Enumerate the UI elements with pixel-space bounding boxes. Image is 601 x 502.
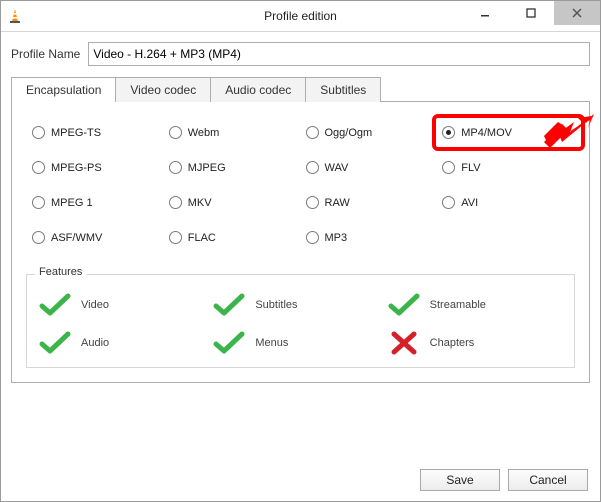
check-icon [213, 331, 245, 355]
radio-ogg-ogm[interactable]: Ogg/Ogm [306, 126, 433, 139]
features-groupbox: Features VideoSubtitlesStreamableAudioMe… [26, 274, 575, 368]
radio-circle-icon [169, 196, 182, 209]
radio-webm[interactable]: Webm [169, 126, 296, 139]
radio-label: MP3 [325, 232, 348, 244]
check-icon [213, 293, 245, 317]
feature-audio: Audio [39, 331, 213, 355]
radio-circle-icon [169, 161, 182, 174]
save-button[interactable]: Save [420, 469, 500, 491]
radio-avi[interactable]: AVI [442, 196, 569, 209]
vlc-cone-icon [7, 8, 23, 24]
radio-label: MPEG-TS [51, 127, 101, 139]
features-grid: Video Subtitles Streamable Audio Menus Chapte… [39, 287, 562, 355]
radio-mpeg-ts[interactable]: MPEG-TS [32, 126, 159, 139]
feature-label: Chapters [430, 337, 475, 349]
titlebar: Profile edition [1, 1, 600, 32]
radio-circle-icon [306, 196, 319, 209]
radio-label: MJPEG [188, 162, 226, 174]
radio-raw[interactable]: RAW [306, 196, 433, 209]
check-icon [388, 293, 420, 317]
tabpage-encapsulation: MPEG-TS Webm Ogg/Ogm MP4/MOV MPEG-PS MJPEG WAV… [11, 101, 590, 383]
feature-streamable: Streamable [388, 293, 562, 317]
feature-label: Streamable [430, 299, 486, 311]
radio-label: MKV [188, 197, 212, 209]
radio-circle-icon [306, 161, 319, 174]
radio-label: AVI [461, 197, 478, 209]
radio-label: Webm [188, 127, 220, 139]
radio-mjpeg[interactable]: MJPEG [169, 161, 296, 174]
radio-label: WAV [325, 162, 349, 174]
feature-label: Audio [81, 337, 109, 349]
features-legend: Features [35, 266, 86, 278]
profile-name-label: Profile Name [11, 47, 80, 61]
radio-circle-icon [442, 196, 455, 209]
window-controls [462, 1, 600, 31]
cross-icon [388, 331, 420, 355]
radio-label: MPEG-PS [51, 162, 102, 174]
radio-circle-icon [306, 126, 319, 139]
radio-label: MPEG 1 [51, 197, 93, 209]
tabstrip: EncapsulationVideo codecAudio codecSubti… [11, 76, 590, 101]
radio-circle-icon [32, 126, 45, 139]
radio-circle-icon [306, 231, 319, 244]
profile-name-row: Profile Name [1, 32, 600, 72]
dialog-buttons: Save Cancel [420, 469, 588, 491]
feature-label: Menus [255, 337, 288, 349]
window: Profile edition Profile Name Encapsulati… [0, 0, 601, 502]
radio-mkv[interactable]: MKV [169, 196, 296, 209]
minimize-button[interactable] [462, 1, 508, 25]
tab-encapsulation[interactable]: Encapsulation [11, 77, 116, 102]
radio-circle-icon [169, 231, 182, 244]
radio-asf-wmv[interactable]: ASF/WMV [32, 231, 159, 244]
radio-wav[interactable]: WAV [306, 161, 433, 174]
radio-mp3[interactable]: MP3 [306, 231, 433, 244]
radio-flac[interactable]: FLAC [169, 231, 296, 244]
radio-label: RAW [325, 197, 350, 209]
radio-circle-icon [442, 126, 455, 139]
radio-mpeg-ps[interactable]: MPEG-PS [32, 161, 159, 174]
profile-name-input[interactable] [88, 42, 590, 66]
radio-label: FLAC [188, 232, 216, 244]
radio-label: ASF/WMV [51, 232, 102, 244]
radio-circle-icon [169, 126, 182, 139]
tab-audio-codec[interactable]: Audio codec [210, 77, 306, 102]
radio-label: Ogg/Ogm [325, 127, 373, 139]
feature-chapters: Chapters [388, 331, 562, 355]
cancel-button[interactable]: Cancel [508, 469, 588, 491]
radio-circle-icon [32, 196, 45, 209]
tab-subtitles[interactable]: Subtitles [305, 77, 381, 102]
radio-label: MP4/MOV [461, 127, 512, 139]
radio-circle-icon [32, 161, 45, 174]
maximize-button[interactable] [508, 1, 554, 25]
feature-menus: Menus [213, 331, 387, 355]
encapsulation-radio-grid: MPEG-TS Webm Ogg/Ogm MP4/MOV MPEG-PS MJPEG WAV… [26, 122, 575, 250]
feature-label: Video [81, 299, 109, 311]
tabs-container: EncapsulationVideo codecAudio codecSubti… [11, 76, 590, 383]
check-icon [39, 331, 71, 355]
check-icon [39, 293, 71, 317]
feature-subtitles: Subtitles [213, 293, 387, 317]
radio-circle-icon [32, 231, 45, 244]
close-button[interactable] [554, 1, 600, 25]
radio-circle-icon [442, 161, 455, 174]
tab-video-codec[interactable]: Video codec [115, 77, 211, 102]
radio-mpeg-1[interactable]: MPEG 1 [32, 196, 159, 209]
feature-video: Video [39, 293, 213, 317]
radio-mp4-mov[interactable]: MP4/MOV [442, 126, 569, 139]
radio-flv[interactable]: FLV [442, 161, 569, 174]
feature-label: Subtitles [255, 299, 297, 311]
radio-label: FLV [461, 162, 480, 174]
